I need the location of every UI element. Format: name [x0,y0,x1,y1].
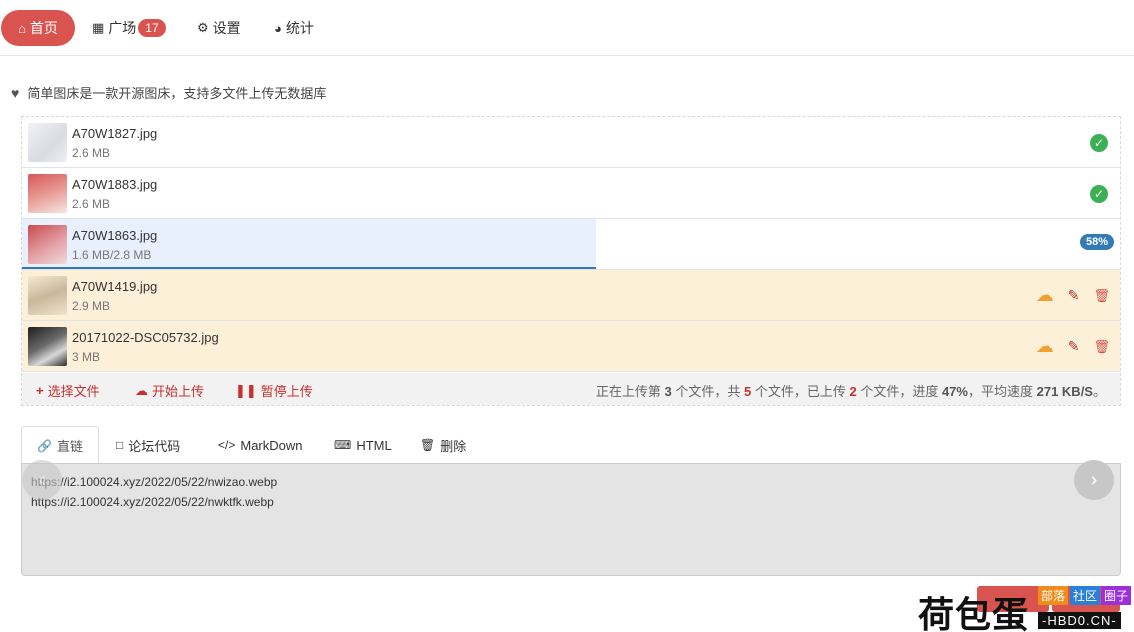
status-uploaded: 2 [849,384,857,399]
file-actions: ☁ ✎ 🗑 [1036,285,1110,306]
nav-square[interactable]: ▦ 广场 17 [92,10,166,46]
file-row: A70W1863.jpg 1.6 MB/2.8 MB 58% [22,219,1120,270]
pie-chart-icon: ◕ [274,20,282,36]
check-circle-icon: ✓ [1090,185,1108,203]
file-thumbnail [28,276,67,315]
pause-icon: ❚❚ [235,382,257,398]
file-actions: ☁ ✎ 🗑 [1036,336,1110,357]
select-files-button[interactable]: + 选择文件 [36,381,100,400]
intro-text: 简单图床是一款开源图床，支持多文件上传无数据库 [27,86,327,101]
pencil-icon[interactable]: ✎ [1068,287,1080,304]
pencil-icon[interactable]: ✎ [1068,338,1080,355]
file-thumbnail [28,174,67,213]
watermark-tag: 社区 [1070,586,1101,605]
nav-square-badge: 17 [138,19,166,37]
file-name: A70W1883.jpg [72,177,158,192]
tab-html-label: HTML [356,437,392,453]
nav-square-label: 广场 [108,20,137,36]
status-text: 。 [1092,384,1106,399]
watermark-domain: -HBD0.CN- [1038,612,1121,629]
links-textarea[interactable]: https://i2.100024.xyz/2022/05/22/nwizao.… [21,463,1121,576]
nav-stats[interactable]: ◕ 统计 [274,10,314,46]
comment-icon: □ [116,438,124,452]
prev-arrow-icon[interactable]: ‹ [22,460,62,500]
file-name: A70W1863.jpg [72,228,158,243]
gears-icon: ⚙ [197,20,209,35]
code-icon: </> [218,438,236,452]
watermark-main-text: 荷包蛋 [918,595,1030,632]
file-size: 2.6 MB [72,197,111,211]
heart-icon: ♥ [11,84,20,101]
status-text: 正在上传第 [595,384,665,399]
select-files-label: 选择文件 [47,384,100,399]
file-name: A70W1419.jpg [72,279,158,294]
tab-html[interactable]: ⌨ HTML [319,426,407,464]
trash-icon: 🗑 [420,438,436,452]
top-nav: ⌂ 首页 ▦ 广场 17 ⚙ 设置 ◕ 统计 [0,0,1134,56]
start-upload-button[interactable]: ☁ 开始上传 [135,381,204,400]
file-thumbnail [28,327,67,366]
nav-home[interactable]: ⌂ 首页 [1,10,75,46]
html5-icon: ⌨ [334,438,352,452]
cloud-upload-icon: ☁ [135,382,148,398]
status-text: 个文件，共 [671,384,745,399]
plus-icon: + [36,383,44,398]
tab-delete[interactable]: 🗑 删除 [405,426,481,464]
tab-forum-code[interactable]: □ 论坛代码 [101,426,195,464]
link-format-tabs: 🔗 直链 □ 论坛代码 </> MarkDown ⌨ HTML 🗑 删除 [21,426,1121,465]
file-thumbnail [28,225,67,264]
nav-home-label: 首页 [29,20,58,36]
file-size: 2.6 MB [72,146,111,160]
next-arrow-icon[interactable]: › [1074,460,1114,500]
status-text: ，平均速度 [967,384,1037,399]
trash-icon[interactable]: 🗑 [1093,288,1110,304]
file-row: A70W1419.jpg 2.9 MB ☁ ✎ 🗑 [22,270,1120,321]
pause-upload-button[interactable]: ❚❚ 暂停上传 [235,381,313,400]
upload-status-text: 正在上传第 3 个文件，共 5 个文件，已上传 2 个文件，进度 47%，平均速… [596,381,1106,400]
status-current: 3 [664,384,672,399]
start-upload-label: 开始上传 [152,384,205,399]
file-size: 1.6 MB/2.8 MB [72,248,152,262]
grid-icon: ▦ [92,20,105,35]
watermark-tag: 圈子 [1101,586,1132,605]
watermark-logo: 荷包蛋 部落 社区 圈子 -HBD0.CN- [918,584,1134,632]
upload-toolbar: + 选择文件 ☁ 开始上传 ❚❚ 暂停上传 正在上传第 3 个文件，共 5 个文… [22,373,1120,405]
file-size: 2.9 MB [72,299,111,313]
file-thumbnail [28,123,67,162]
cloud-upload-icon[interactable]: ☁ [1036,285,1054,306]
file-row: A70W1883.jpg 2.6 MB ✓ [22,168,1120,219]
file-name: 20171022-DSC05732.jpg [72,330,219,345]
tab-delete-label: 删除 [440,438,467,454]
home-icon: ⌂ [18,20,26,36]
trash-icon[interactable]: 🗑 [1093,339,1110,355]
check-circle-icon: ✓ [1090,134,1108,152]
status-text: 个文件，进度 [856,384,942,399]
progress-percent-badge: 58% [1079,234,1114,250]
status-progress: 47% [941,384,968,399]
nav-settings[interactable]: ⚙ 设置 [197,10,241,46]
file-name: A70W1827.jpg [72,126,158,141]
tab-markdown[interactable]: </> MarkDown [203,426,317,464]
tab-direct-link[interactable]: 🔗 直链 [21,426,99,465]
tab-direct-link-label: 直链 [56,439,83,454]
status-speed: 271 KB/S [1036,384,1093,399]
tab-forum-code-label: 论坛代码 [128,438,181,454]
intro-line: ♥ 简单图床是一款开源图床，支持多文件上传无数据库 [11,83,326,102]
status-text: 个文件，已上传 [751,384,850,399]
watermark-tag: 部落 [1038,586,1069,605]
file-row: 20171022-DSC05732.jpg 3 MB ☁ ✎ 🗑 [22,321,1120,372]
link-icon: 🔗 [37,438,52,453]
upload-list: A70W1827.jpg 2.6 MB ✓ A70W1883.jpg 2.6 M… [21,116,1121,406]
nav-settings-label: 设置 [212,20,241,36]
tab-markdown-label: MarkDown [240,437,303,453]
nav-stats-label: 统计 [285,20,314,36]
pause-upload-label: 暂停上传 [260,384,313,399]
file-row: A70W1827.jpg 2.6 MB ✓ [22,117,1120,168]
file-size: 3 MB [72,350,101,364]
cloud-upload-icon[interactable]: ☁ [1036,336,1054,357]
